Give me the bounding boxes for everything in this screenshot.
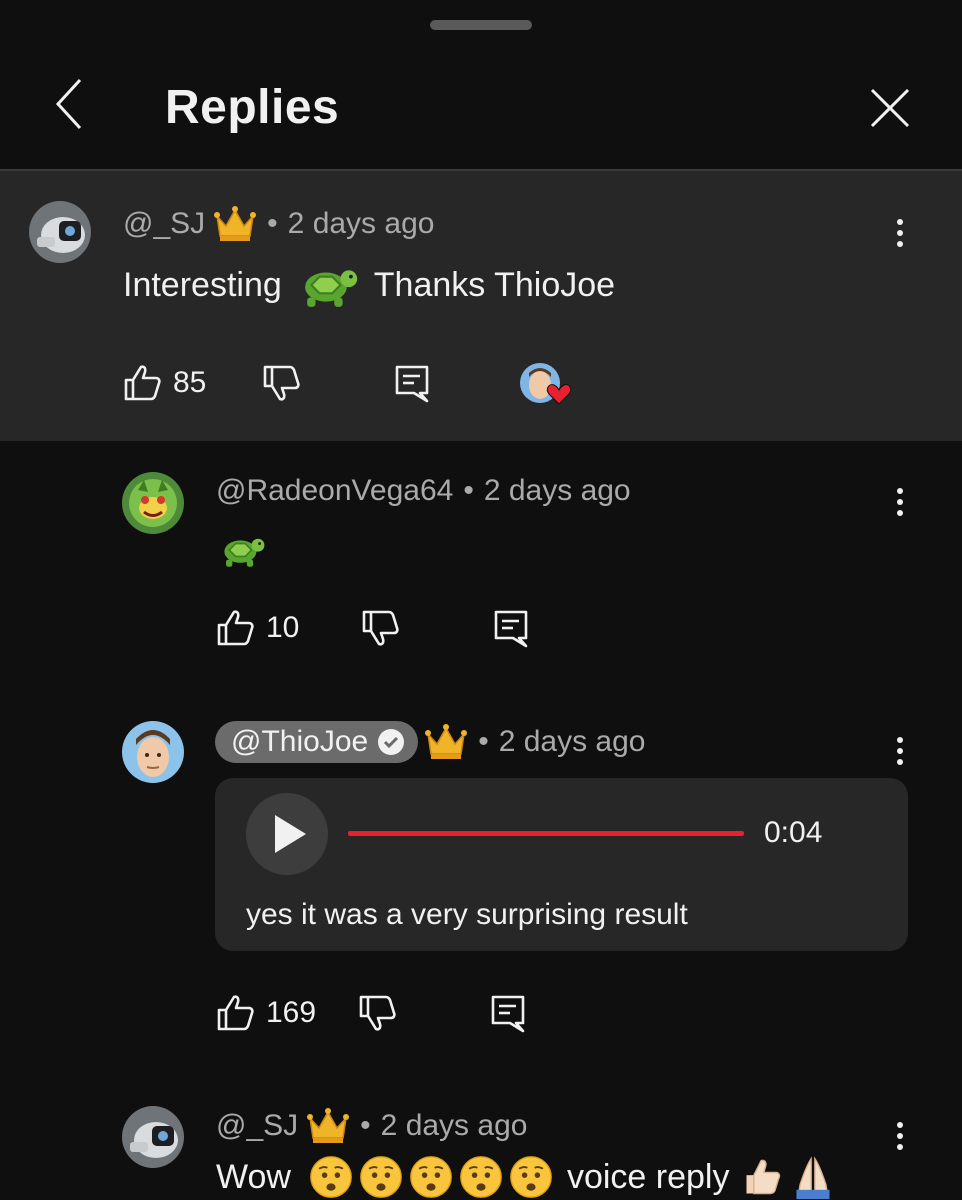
more-options-button[interactable] xyxy=(885,213,915,253)
comment-text: Interesting Thanks ThioJoe xyxy=(123,260,615,310)
comment-text-part: Interesting xyxy=(123,265,282,304)
more-options-button[interactable] xyxy=(885,482,915,522)
comment-text xyxy=(218,530,266,570)
thumbs-down-icon xyxy=(358,993,398,1033)
turtle-emoji-icon xyxy=(218,530,266,570)
comment-text: Wow voice reply xyxy=(216,1155,835,1199)
comment-meta: @_SJ • 2 days ago xyxy=(216,1106,527,1146)
audio-progress-bar[interactable] xyxy=(348,831,744,836)
comment-text-part: Thanks ThioJoe xyxy=(373,265,616,304)
chevron-left-icon xyxy=(55,78,82,130)
dislike-button[interactable] xyxy=(358,993,398,1033)
like-button[interactable]: 85 xyxy=(123,363,206,403)
sheet-drag-handle[interactable] xyxy=(430,20,532,30)
comment-time[interactable]: 2 days ago xyxy=(288,207,435,241)
like-button[interactable]: 169 xyxy=(216,993,316,1033)
close-button[interactable] xyxy=(862,80,918,136)
creator-handle-badge[interactable]: @ThioJoe xyxy=(215,721,419,763)
comment-text-part: voice reply xyxy=(566,1157,730,1196)
more-options-button[interactable] xyxy=(885,1116,915,1156)
heart-icon xyxy=(547,384,572,405)
separator-dot: • xyxy=(478,725,489,758)
worried-face-emoji-icon xyxy=(459,1155,503,1199)
reply-button[interactable] xyxy=(491,608,531,648)
thumbs-up-icon xyxy=(216,608,256,648)
like-count: 169 xyxy=(266,996,317,1029)
like-count: 10 xyxy=(266,611,300,644)
reply-button[interactable] xyxy=(488,993,528,1033)
thumbs-up-icon xyxy=(123,363,163,403)
comment-meta: @_SJ • 2 days ago xyxy=(123,204,434,244)
turtle-emoji-icon xyxy=(296,260,360,310)
audio-duration: 0:04 xyxy=(764,816,823,849)
crown-icon xyxy=(213,204,257,244)
folded-hands-emoji-icon xyxy=(791,1155,835,1199)
comment-author[interactable]: @RadeonVega64 xyxy=(216,474,453,508)
comment-icon xyxy=(392,363,432,403)
comment-author: @ThioJoe xyxy=(231,725,369,758)
comment-text-part: Wow xyxy=(216,1157,291,1196)
comment-meta: @RadeonVega64 • 2 days ago xyxy=(216,474,631,508)
play-button[interactable] xyxy=(246,793,328,875)
comment-time[interactable]: 2 days ago xyxy=(499,725,646,759)
comment-icon xyxy=(491,608,531,648)
replies-header xyxy=(0,40,962,170)
dislike-button[interactable] xyxy=(262,363,302,403)
avatar[interactable] xyxy=(122,721,184,783)
thumbs-up-emoji-icon xyxy=(741,1155,785,1199)
separator-dot: • xyxy=(267,207,278,240)
avatar[interactable] xyxy=(122,472,184,534)
creator-heart[interactable] xyxy=(520,360,572,406)
avatar[interactable] xyxy=(29,201,91,263)
play-icon xyxy=(275,815,306,853)
worried-face-emoji-icon xyxy=(509,1155,553,1199)
avatar[interactable] xyxy=(122,1106,184,1168)
voice-reply-card: 0:04 yes it was a very surprising result xyxy=(215,778,908,951)
comment-meta: @ThioJoe • 2 days ago xyxy=(215,721,645,763)
thumbs-down-icon xyxy=(262,363,302,403)
comment-icon xyxy=(488,993,528,1033)
separator-dot: • xyxy=(463,474,474,507)
separator-dot: • xyxy=(360,1109,371,1142)
crown-icon xyxy=(424,722,468,762)
back-button[interactable] xyxy=(48,74,92,134)
more-options-button[interactable] xyxy=(885,731,915,771)
comment-actions: 10 xyxy=(216,608,531,648)
worried-face-emoji-icon xyxy=(409,1155,453,1199)
comment-actions: 85 xyxy=(123,360,572,406)
comment-time[interactable]: 2 days ago xyxy=(381,1109,528,1143)
page-title: Replies xyxy=(165,81,340,134)
close-icon xyxy=(870,88,910,128)
dislike-button[interactable] xyxy=(361,608,401,648)
like-count: 85 xyxy=(173,366,207,399)
reply-button[interactable] xyxy=(392,363,432,403)
crown-icon xyxy=(306,1106,350,1146)
thumbs-up-icon xyxy=(216,993,256,1033)
voice-transcript: yes it was a very surprising result xyxy=(246,898,688,931)
worried-face-emoji-icon xyxy=(309,1155,353,1199)
comment-author[interactable]: @_SJ xyxy=(216,1109,298,1143)
comment-author[interactable]: @_SJ xyxy=(123,207,205,241)
like-button[interactable]: 10 xyxy=(216,608,299,648)
comment-actions: 169 xyxy=(216,993,528,1033)
comment-time[interactable]: 2 days ago xyxy=(484,474,631,508)
worried-face-emoji-icon xyxy=(359,1155,403,1199)
thumbs-down-icon xyxy=(361,608,401,648)
verified-check-icon xyxy=(378,729,405,755)
